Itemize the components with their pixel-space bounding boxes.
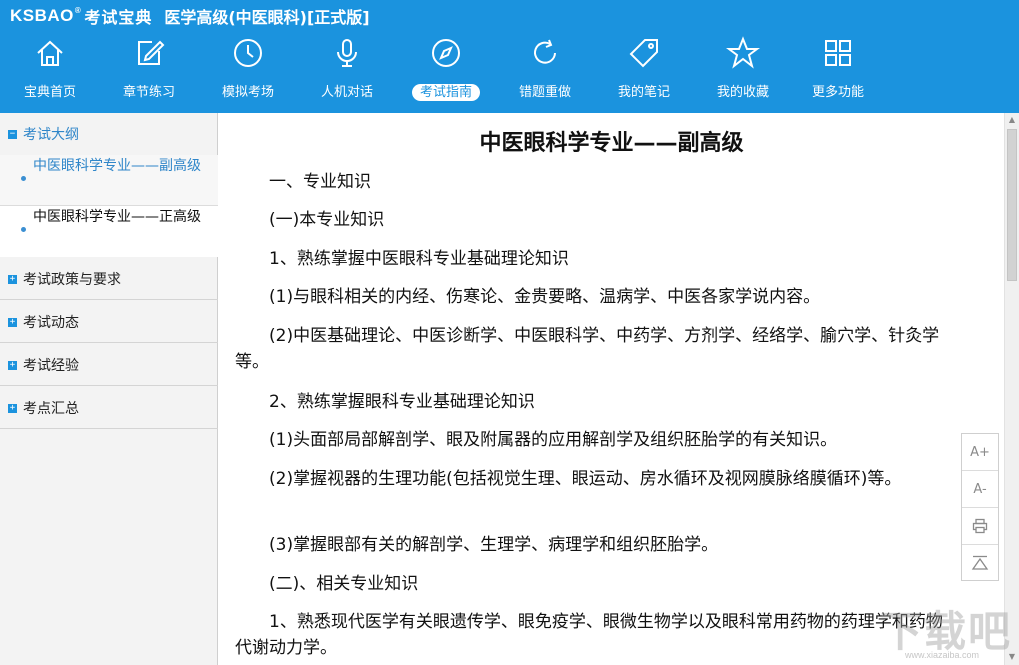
paragraph: 一、专业知识 <box>235 172 371 192</box>
expand-icon: + <box>8 316 17 327</box>
app-title: 医学高级(中医眼科)[正式版] <box>164 8 370 27</box>
refresh-icon <box>528 36 562 70</box>
home-icon <box>33 36 67 70</box>
watermark-url: www.xiazaiba.com <box>905 650 980 660</box>
nav-label: 更多功能 <box>811 85 864 100</box>
sidebar-item-exam-news[interactable]: + 考试动态 <box>8 312 79 332</box>
ksbao-logo: KSBAO® <box>10 6 82 25</box>
sidebar-section-exam-outline: − 考试大纲 中医眼科学专业——副高级 中医眼科学专业——正高级 <box>0 113 218 257</box>
collapse-icon: − <box>8 128 17 139</box>
back-to-top-button[interactable] <box>962 545 998 582</box>
sidebar-section-policy: + 考试政策与要求 <box>0 257 218 300</box>
print-icon <box>972 518 988 534</box>
sidebar-section-experience: + 考试经验 <box>0 343 218 386</box>
paragraph: 1、熟练掌握中医眼科专业基础理论知识 <box>235 249 569 269</box>
sidebar-item-label: 考试政策与要求 <box>23 272 121 288</box>
paragraph: (2)中医基础理论、中医诊断学、中医眼科学、中药学、方剂学、经络学、腧穴学、针灸… <box>235 326 940 372</box>
paragraph: (二)、相关专业知识 <box>235 574 419 594</box>
logo-cn-text: 考试宝典 <box>84 8 153 27</box>
paragraph: (一)本专业知识 <box>235 210 385 230</box>
paragraph: (1)头面部局部解剖学、眼及附属器的应用解剖学及组织胚胎学的有关知识。 <box>235 430 838 450</box>
font-decrease-button[interactable]: A- <box>962 471 998 508</box>
paragraph: (2)掌握视器的生理功能(包括视觉生理、眼运动、房水循环及视网膜脉络膜循环)等。 <box>235 469 902 489</box>
edit-icon <box>132 36 166 70</box>
app-header: KSBAO® 考试宝典 医学高级(中医眼科)[正式版] 宝典首页 章节练习 模拟… <box>0 0 1019 113</box>
nav-label: 我的笔记 <box>617 85 670 100</box>
expand-icon: + <box>8 402 17 413</box>
sidebar-subitem-associate-senior[interactable]: 中医眼科学专业——副高级 <box>0 155 218 206</box>
tag-icon <box>627 36 661 70</box>
nav-item-home[interactable]: 宝典首页 <box>5 34 95 106</box>
nav-item-my-notes[interactable]: 我的笔记 <box>599 34 689 106</box>
star-icon <box>726 36 760 70</box>
sidebar-item-label: 考试动态 <box>23 315 79 331</box>
nav-label: 宝典首页 <box>23 85 76 100</box>
title-bar: KSBAO® 考试宝典 医学高级(中医眼科)[正式版] <box>10 5 370 27</box>
paragraph: (1)与眼科相关的内经、伤寒论、金贵要略、温病学、中医各家学说内容。 <box>235 287 821 307</box>
paragraph: 2、熟练掌握眼科专业基础理论知识 <box>235 392 535 412</box>
document-title: 中医眼科学专业——副高级 <box>479 131 744 156</box>
sidebar-item-key-points[interactable]: + 考点汇总 <box>8 398 79 418</box>
nav-item-mistake-redo[interactable]: 错题重做 <box>500 34 590 106</box>
scrollbar-thumb[interactable] <box>1007 129 1017 281</box>
sidebar-item-label: 考试大纲 <box>23 127 79 143</box>
sidebar-subitem-label: 中医眼科学专业——正高级 <box>33 209 201 225</box>
paragraph: 1、熟悉现代医学有关眼遗传学、眼免疫学、眼微生物学以及眼科常用药物的药理学和药物… <box>235 612 943 658</box>
nav-label: 我的收藏 <box>716 85 769 100</box>
expand-icon: + <box>8 359 17 370</box>
sidebar-section-key-points: + 考点汇总 <box>0 386 218 429</box>
vertical-scrollbar[interactable]: ▲ ▼ <box>1004 113 1019 665</box>
sidebar-item-label: 考点汇总 <box>23 401 79 417</box>
main-nav: 宝典首页 章节练习 模拟考场 人机对话 考试指南 错题重做 我的笔记 我的收藏 … <box>0 34 1019 108</box>
clock-icon <box>231 36 265 70</box>
nav-label: 章节练习 <box>122 85 175 100</box>
sidebar-item-exam-policy[interactable]: + 考试政策与要求 <box>8 269 121 289</box>
nav-item-more-features[interactable]: 更多功能 <box>793 34 883 106</box>
sidebar-section-news: + 考试动态 <box>0 300 218 343</box>
content-pane: 中医眼科学专业——副高级 一、专业知识 (一)本专业知识 1、熟练掌握中医眼科专… <box>219 113 1004 665</box>
nav-item-mock-exam[interactable]: 模拟考场 <box>203 34 293 106</box>
sidebar-subitem-label: 中医眼科学专业——副高级 <box>33 158 201 174</box>
font-increase-button[interactable]: A+ <box>962 434 998 471</box>
nav-item-my-favorites[interactable]: 我的收藏 <box>698 34 788 106</box>
microphone-icon <box>330 36 364 70</box>
compass-icon <box>429 36 463 70</box>
sidebar-subitem-senior[interactable]: 中医眼科学专业——正高级 <box>0 206 218 257</box>
bullet-icon <box>21 227 26 232</box>
back-to-top-icon <box>971 555 989 570</box>
grid-icon <box>821 36 855 70</box>
sidebar-item-label: 考试经验 <box>23 358 79 374</box>
reader-toolbox: A+ A- <box>961 433 999 581</box>
paragraph: (3)掌握眼部有关的解剖学、生理学、病理学和组织胚胎学。 <box>235 535 719 555</box>
nav-item-human-machine-dialog[interactable]: 人机对话 <box>302 34 392 106</box>
scroll-up-arrow-icon[interactable]: ▲ <box>1005 113 1019 127</box>
nav-label: 错题重做 <box>518 85 571 100</box>
nav-item-chapter-practice[interactable]: 章节练习 <box>104 34 194 106</box>
print-button[interactable] <box>962 508 998 545</box>
expand-icon: + <box>8 273 17 284</box>
nav-label: 模拟考场 <box>221 85 274 100</box>
sidebar-item-exam-outline[interactable]: − 考试大纲 <box>8 124 79 144</box>
nav-label: 考试指南 <box>411 84 480 101</box>
nav-item-exam-guide[interactable]: 考试指南 <box>401 34 491 106</box>
nav-label: 人机对话 <box>320 85 373 100</box>
sidebar: − 考试大纲 中医眼科学专业——副高级 中医眼科学专业——正高级 + 考试政策与… <box>0 113 218 665</box>
bullet-icon <box>21 176 26 181</box>
sidebar-item-exam-experience[interactable]: + 考试经验 <box>8 355 79 375</box>
